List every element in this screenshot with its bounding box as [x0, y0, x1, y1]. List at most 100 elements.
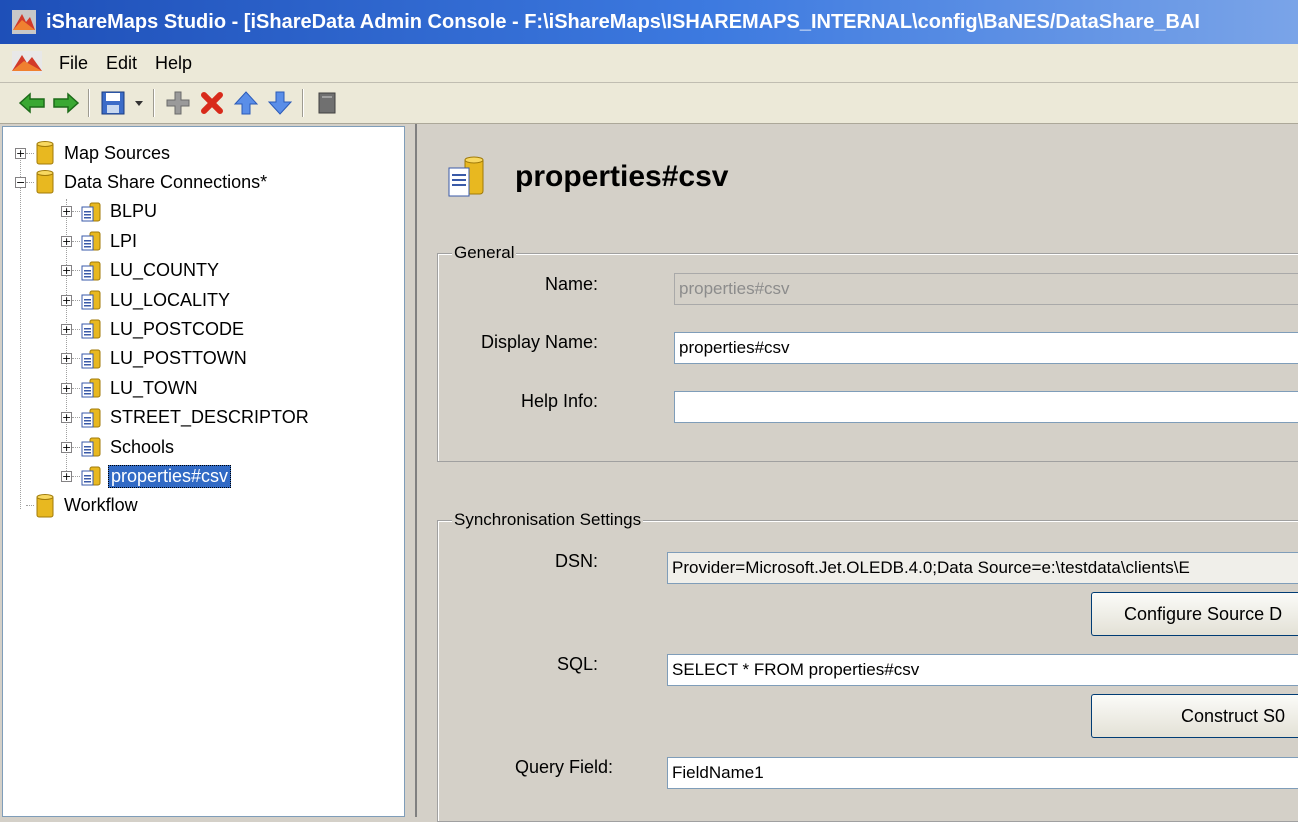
tree-item-label: Map Sources: [64, 142, 171, 163]
expand-toggle[interactable]: +: [61, 412, 72, 424]
construct-sql-button[interactable]: Construct S0: [1091, 694, 1298, 738]
tree-guide-line: [20, 157, 21, 509]
menu-edit[interactable]: Edit: [97, 51, 146, 76]
tree-connector: [26, 152, 34, 154]
database-icon: [36, 170, 54, 194]
tree-item-connection[interactable]: + LU_POSTTOWN: [61, 345, 249, 373]
expand-toggle[interactable]: +: [61, 470, 72, 482]
database-icon: [36, 493, 54, 518]
tree-item-data-share-connections[interactable]: − Data Share Connections*: [15, 168, 269, 196]
window-title-bar[interactable]: iShareMaps Studio - [iShareData Admin Co…: [0, 0, 1298, 44]
delete-icon[interactable]: [196, 87, 228, 119]
tree-connector: [72, 417, 80, 419]
tree-item-label: properties#csv: [108, 464, 232, 488]
tree-connector: [72, 240, 80, 242]
tree-item-connection[interactable]: + properties#csv: [61, 462, 232, 490]
expand-toggle[interactable]: +: [15, 147, 26, 159]
general-legend: General: [452, 243, 517, 263]
connection-icon: [81, 437, 101, 457]
tree-item-connection[interactable]: + BLPU: [61, 198, 159, 226]
menu-file[interactable]: File: [50, 51, 97, 76]
connection-icon: [81, 202, 101, 222]
tree-item-connection[interactable]: + LPI: [61, 227, 139, 255]
connection-icon: [81, 290, 101, 310]
sql-field[interactable]: [667, 654, 1298, 686]
tree-connector: [72, 446, 80, 448]
dsn-label: DSN:: [554, 551, 598, 571]
tree-item-label: BLPU: [110, 201, 158, 222]
data-connection-icon: [448, 156, 484, 197]
menu-bar: File Edit Help: [0, 44, 1298, 83]
database-icon: [36, 141, 54, 165]
tree-connector: [72, 270, 80, 272]
tree-item-label: LU_LOCALITY: [110, 289, 231, 310]
expand-toggle[interactable]: +: [61, 353, 72, 365]
tree-item-label: LU_POSTCODE: [110, 318, 245, 339]
display-name-field[interactable]: [674, 332, 1298, 364]
back-arrow-icon[interactable]: [16, 87, 48, 119]
mdi-logo-icon[interactable]: [12, 51, 42, 75]
tree-item-connection[interactable]: + LU_COUNTY: [61, 257, 221, 285]
expand-toggle[interactable]: +: [61, 323, 72, 335]
page-title: properties#csv: [515, 160, 729, 193]
expand-toggle[interactable]: +: [61, 235, 72, 247]
tree-item-label: Data Share Connections*: [64, 171, 268, 192]
tree-item-label: LPI: [110, 230, 138, 251]
tree-connector: [72, 358, 80, 360]
expand-toggle[interactable]: +: [61, 294, 72, 306]
dsn-field[interactable]: [667, 552, 1298, 584]
window-title: iShareMaps Studio - [iShareData Admin Co…: [46, 10, 1200, 33]
expand-toggle[interactable]: +: [61, 206, 72, 218]
add-icon[interactable]: [162, 87, 194, 119]
save-icon[interactable]: [97, 87, 129, 119]
tree-connector: [72, 211, 80, 213]
properties-icon[interactable]: [311, 87, 343, 119]
name-label: Name:: [544, 274, 598, 294]
help-info-field[interactable]: [674, 391, 1298, 423]
toolbar-separator: [302, 89, 303, 117]
tree-connector: [26, 505, 34, 507]
sql-label: SQL:: [556, 654, 598, 674]
tree-connector: [72, 475, 80, 477]
tree-item-workflow[interactable]: Workflow: [15, 492, 140, 520]
expand-toggle[interactable]: +: [61, 382, 72, 394]
configure-source-button[interactable]: Configure Source D: [1091, 592, 1298, 636]
move-down-icon[interactable]: [264, 87, 296, 119]
tree-item-connection[interactable]: + STREET_DESCRIPTOR: [61, 404, 311, 432]
expand-toggle[interactable]: +: [61, 441, 72, 453]
connection-icon: [81, 408, 101, 428]
collapse-toggle[interactable]: −: [15, 176, 26, 188]
general-group: General Name: Display Name: Help Info:: [437, 243, 1298, 462]
query-field-label: Query Field:: [514, 757, 613, 777]
help-info-label: Help Info:: [520, 391, 598, 411]
tree-item-connection[interactable]: + LU_LOCALITY: [61, 286, 232, 314]
connection-icon: [81, 378, 101, 398]
navigation-tree[interactable]: + Map Sources − Data Share Connections* + BLP…: [2, 126, 405, 817]
tree-item-map-sources[interactable]: + Map Sources: [15, 139, 172, 167]
connection-icon: [81, 231, 101, 251]
tree-item-label: LU_POSTTOWN: [110, 348, 247, 369]
connection-icon: [81, 261, 101, 281]
forward-arrow-icon[interactable]: [50, 87, 82, 119]
menu-help[interactable]: Help: [146, 51, 201, 76]
tree-item-label: LU_TOWN: [110, 377, 198, 398]
name-field: [674, 273, 1298, 305]
tree-item-label: STREET_DESCRIPTOR: [110, 407, 309, 428]
synchronisation-legend: Synchronisation Settings: [452, 510, 644, 530]
tree-connector: [72, 328, 80, 330]
dropdown-arrow-icon[interactable]: [131, 87, 147, 119]
query-field-input[interactable]: [667, 757, 1298, 789]
app-logo-icon: [12, 10, 36, 34]
detail-pane: properties#csv General Name: Display Nam…: [417, 124, 1298, 822]
connection-icon: [81, 319, 101, 339]
toolbar-separator: [153, 89, 154, 117]
tree-item-connection[interactable]: + LU_POSTCODE: [61, 315, 246, 343]
toolbar: [0, 83, 1298, 124]
tree-item-connection[interactable]: + LU_TOWN: [61, 374, 200, 402]
tree-item-connection[interactable]: + Schools: [61, 433, 176, 461]
connection-icon: [81, 466, 101, 486]
toolbar-separator: [88, 89, 89, 117]
expand-toggle[interactable]: +: [61, 265, 72, 277]
move-up-icon[interactable]: [230, 87, 262, 119]
tree-item-label: Workflow: [64, 495, 138, 516]
